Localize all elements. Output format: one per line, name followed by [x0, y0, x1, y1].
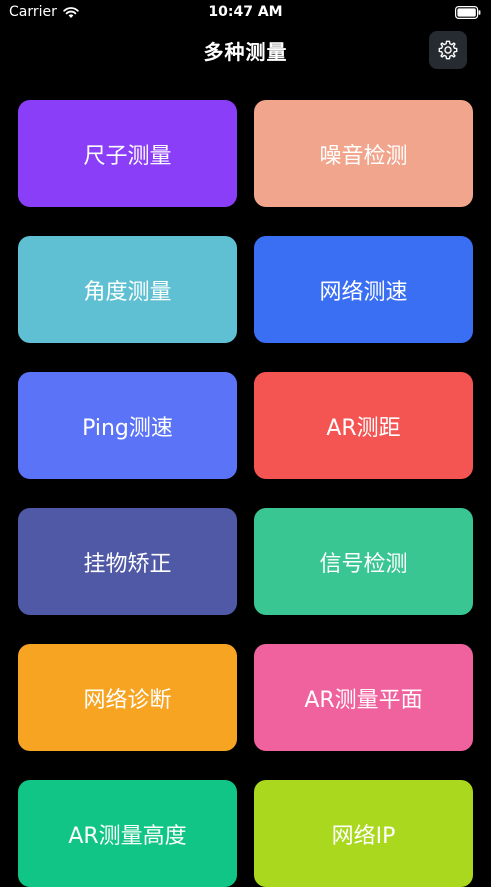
tool-tile[interactable]: AR测量高度 [18, 780, 237, 887]
tool-tile[interactable]: Ping测速 [18, 372, 237, 479]
tool-tile-label: 噪音检测 [319, 143, 408, 169]
tool-tile-label: AR测量平面 [304, 687, 423, 713]
tool-tile-label: 尺子测量 [83, 143, 172, 169]
tool-tile[interactable]: 信号检测 [254, 508, 473, 615]
tool-tile[interactable]: 网络诊断 [18, 644, 237, 751]
tool-tile-label: 网络IP [331, 823, 396, 849]
tool-tile[interactable]: AR测距 [254, 372, 473, 479]
tool-tile-label: AR测距 [326, 415, 401, 441]
settings-button[interactable] [429, 31, 467, 69]
tool-tile-label: Ping测速 [82, 415, 173, 441]
tool-tile[interactable]: 网络IP [254, 780, 473, 887]
tool-tile[interactable]: AR测量平面 [254, 644, 473, 751]
tool-tile[interactable]: 角度测量 [18, 236, 237, 343]
page-title: 多种测量 [203, 40, 288, 64]
tool-tile-label: 信号检测 [319, 551, 408, 577]
battery-icon [455, 6, 481, 19]
tool-tile-label: 角度测量 [83, 279, 172, 305]
status-time: 10:47 AM [208, 4, 283, 20]
tool-tile[interactable]: 网络测速 [254, 236, 473, 343]
tool-tile[interactable]: 挂物矫正 [18, 508, 237, 615]
tool-tile[interactable]: 噪音检测 [254, 100, 473, 207]
tool-tile-label: 网络测速 [319, 279, 408, 305]
status-bar: Carrier 10:47 AM [0, 0, 491, 26]
tool-tile-label: AR测量高度 [68, 823, 187, 849]
gear-icon [438, 40, 458, 60]
tool-grid: 尺子测量 噪音检测角度测量 网络测速 Ping测速 AR测距挂物矫正 信号检测网络诊断 AR… [18, 100, 473, 887]
tool-tile-label: 网络诊断 [83, 687, 172, 713]
tool-tile-label: 挂物矫正 [83, 551, 172, 577]
tool-tile[interactable]: 尺子测量 [18, 100, 237, 207]
